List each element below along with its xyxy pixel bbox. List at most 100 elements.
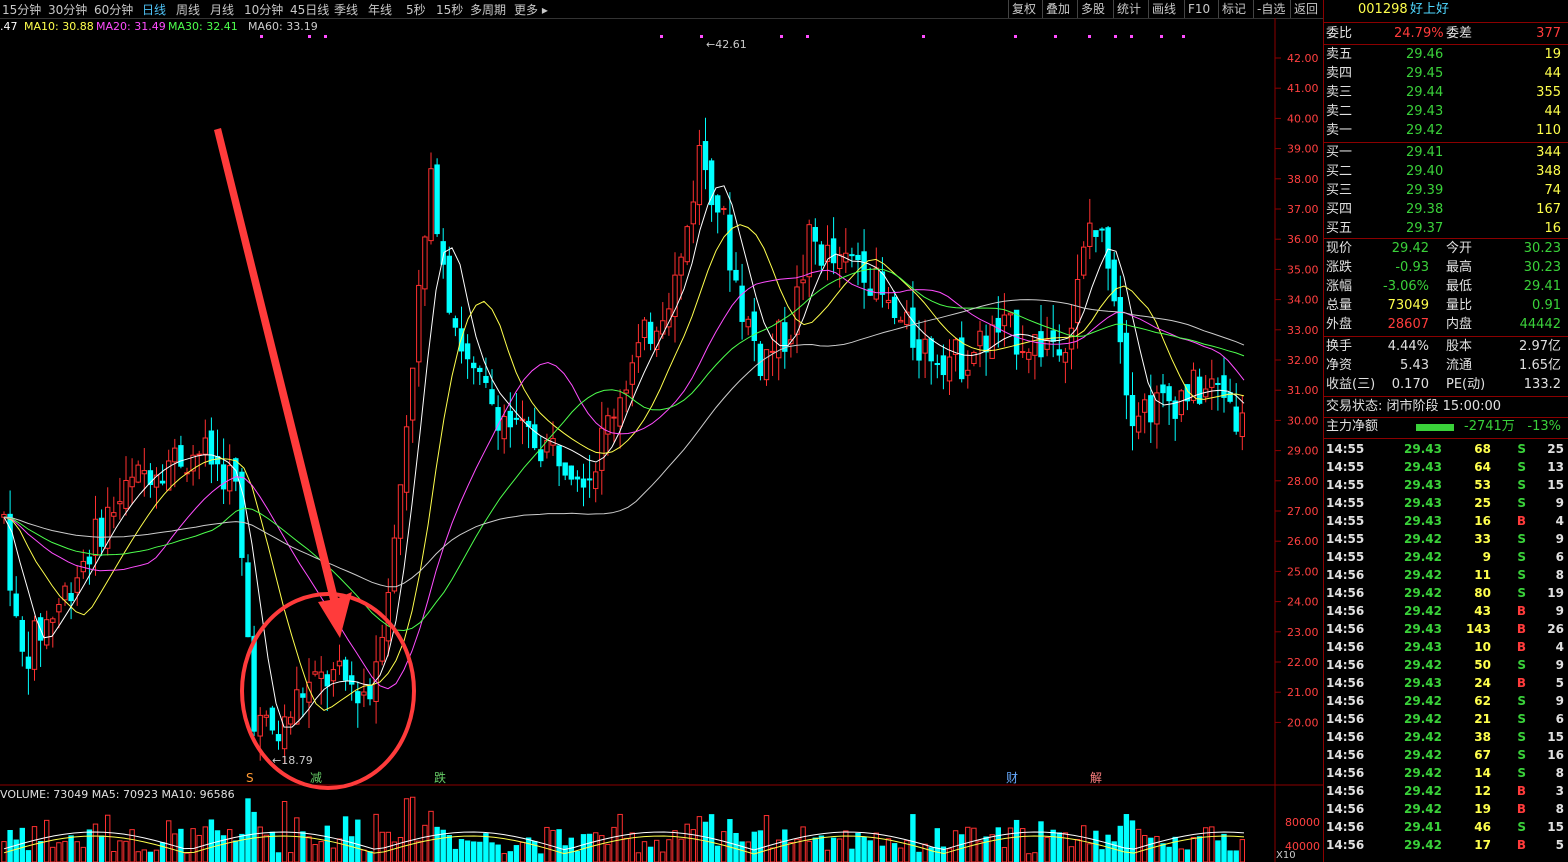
period-tab-3[interactable]: 日线	[142, 1, 166, 18]
volume-bar	[105, 814, 111, 862]
tick-row: 14:56 29.42 17 B 5	[1326, 836, 1566, 854]
candle-body	[635, 342, 642, 358]
tool-button-6[interactable]: 标记	[1218, 0, 1249, 18]
volume-bar	[684, 823, 690, 862]
volume-bar	[403, 798, 410, 862]
candle-body	[1007, 312, 1014, 316]
volume-bar	[800, 826, 806, 862]
period-tab-10[interactable]: 5秒	[406, 1, 426, 18]
tick-cell: 14:55	[1326, 532, 1365, 546]
tick-cell: 14:56	[1326, 748, 1365, 762]
tool-button-1[interactable]: 叠加	[1042, 0, 1073, 18]
candle-body	[434, 164, 440, 235]
volume-bar	[855, 832, 861, 862]
candle-body	[818, 244, 825, 266]
tick-cell: 4	[1555, 640, 1564, 654]
period-tab-4[interactable]: 周线	[176, 1, 200, 18]
volume-bar	[1032, 852, 1038, 862]
candle-body	[123, 479, 129, 509]
period-tab-11[interactable]: 15秒	[436, 1, 463, 18]
volume-bar	[879, 845, 886, 862]
cell: 卖二	[1326, 104, 1353, 119]
signal-dot	[806, 35, 809, 38]
candle-body	[715, 195, 721, 213]
volume-bar	[294, 817, 300, 862]
tick-cell: 29.42	[1404, 532, 1442, 546]
period-tab-6[interactable]: 10分钟	[244, 1, 283, 18]
period-tab-12[interactable]: 多周期	[470, 1, 506, 18]
volume-bar	[239, 833, 245, 862]
volume-bar	[1062, 832, 1069, 862]
candle-body	[1129, 395, 1136, 427]
high-price-marker: ←42.61	[706, 38, 747, 51]
period-tab-2[interactable]: 60分钟	[94, 1, 133, 18]
candle-body	[471, 362, 477, 369]
tick-cell: 14:55	[1326, 460, 1365, 474]
tool-button-0[interactable]: 复权	[1008, 0, 1039, 18]
candle-body	[1105, 227, 1111, 269]
candle-body	[946, 356, 953, 382]
candle-body	[989, 324, 995, 359]
tick-cell: 29.43	[1404, 514, 1442, 528]
tick-row: 14:56 29.43 143 B 26	[1326, 620, 1566, 638]
tick-row: 14:55 29.43 25 S 9	[1326, 494, 1566, 512]
cell: 29.38	[1406, 202, 1444, 217]
cell: 30.23	[1523, 260, 1561, 275]
cell: 买四	[1326, 202, 1353, 217]
period-tab-5[interactable]: 月线	[210, 1, 234, 18]
volume-bar	[227, 829, 233, 862]
tick-cell: 62	[1474, 694, 1491, 708]
tick-cell: 29.42	[1404, 568, 1442, 582]
tool-button-3[interactable]: 统计	[1113, 0, 1144, 18]
ma30-line	[3, 268, 1245, 632]
candle-body	[629, 362, 635, 385]
cell: 344	[1536, 145, 1561, 160]
period-tab-8[interactable]: 季线	[334, 1, 358, 18]
tick-cell: 29.43	[1404, 676, 1442, 690]
tool-button-4[interactable]: 画线	[1148, 0, 1179, 18]
volume-bar	[849, 848, 855, 862]
cell: 167	[1536, 202, 1561, 217]
tool-button-5[interactable]: F10	[1184, 0, 1213, 18]
period-tab-7[interactable]: 45日线	[290, 1, 329, 18]
ma5-line	[3, 185, 1245, 728]
cell: 24.79%	[1394, 26, 1444, 41]
cell: 最高	[1446, 260, 1473, 275]
candle-body	[379, 636, 385, 662]
tick-cell: 14:56	[1326, 622, 1365, 636]
panel-divider	[1324, 44, 1568, 45]
candle-body	[153, 474, 160, 488]
tick-row: 14:56 29.42 19 B 8	[1326, 800, 1566, 818]
tool-button-8[interactable]: 返回	[1290, 0, 1321, 18]
cell: 29.41	[1406, 145, 1444, 160]
tick-cell: 21	[1474, 712, 1491, 726]
tool-button-2[interactable]: 多股	[1077, 0, 1108, 18]
volume-bar	[916, 851, 922, 862]
period-tab-13[interactable]: 更多 ▸	[514, 1, 548, 18]
period-tab-9[interactable]: 年线	[368, 1, 392, 18]
kline-chart[interactable]: 42.00 41.00 40.00 39.00 38.00 37.00 36.00 35.00…	[0, 18, 1323, 862]
cell: 买一	[1326, 145, 1353, 160]
volume-bar	[934, 828, 940, 862]
ma-legend-item: MA30: 32.41	[168, 20, 238, 33]
cell: 29.45	[1406, 66, 1444, 81]
ma-legend-item: MA60: 33.19	[248, 20, 318, 33]
sell-level-row: 卖四 29.45 44	[1324, 65, 1568, 83]
tick-row: 14:56 29.42 12 B 3	[1326, 782, 1566, 800]
tool-button-7[interactable]: -自选	[1253, 0, 1288, 18]
tick-cell: 14:56	[1326, 784, 1365, 798]
stock-header: 001298 好上好	[1324, 1, 1568, 19]
volume-bar	[1135, 828, 1142, 862]
tick-cell: 29.42	[1404, 838, 1442, 852]
tick-row: 14:56 29.41 46 S 15	[1326, 818, 1566, 836]
volume-bar	[288, 852, 294, 862]
period-tab-1[interactable]: 30分钟	[48, 1, 87, 18]
tick-cell: 26	[1547, 622, 1564, 636]
volume-bar	[233, 840, 239, 862]
volume-bar	[92, 823, 99, 862]
volume-bar	[300, 831, 306, 862]
tick-cell: 11	[1474, 568, 1491, 582]
candle-body	[452, 318, 459, 328]
period-tab-0[interactable]: 15分钟	[2, 1, 41, 18]
tick-cell: 25	[1474, 496, 1491, 510]
